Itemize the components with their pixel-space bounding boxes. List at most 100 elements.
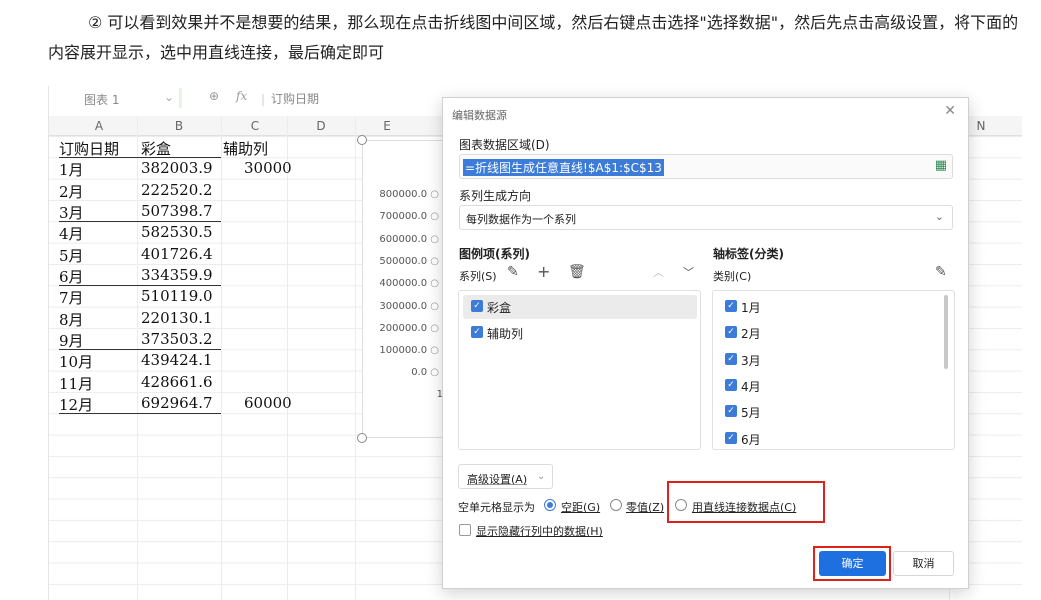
cell-b[interactable]: 692964.7 [141, 394, 213, 412]
show-hidden-checkbox[interactable] [459, 524, 471, 536]
category-item-label: 2月 [741, 327, 761, 342]
cell-a[interactable]: 9月 [59, 330, 84, 351]
cell-b[interactable]: 220130.1 [141, 309, 213, 327]
checkbox-icon[interactable]: ✓ [725, 300, 737, 312]
checkbox-icon[interactable]: ✓ [471, 300, 483, 312]
name-box-dropdown-icon[interactable]: ⌄ [164, 90, 174, 104]
checkbox-icon[interactable]: ✓ [725, 326, 737, 339]
cell-b[interactable]: 373503.2 [141, 330, 213, 348]
highlight-ok-button [813, 546, 891, 581]
cell-a[interactable]: 2月 [59, 181, 84, 202]
cell-a[interactable]: 12月 [59, 394, 93, 415]
checkbox-icon[interactable]: ✓ [725, 378, 737, 391]
cell-b[interactable]: 507398.7 [141, 202, 213, 220]
cell-b[interactable]: 222520.2 [141, 181, 213, 199]
cell-b[interactable]: 510119.0 [141, 287, 213, 305]
y-tick-label: 100000.0 [379, 345, 439, 356]
fx-icon[interactable]: fx [236, 89, 247, 103]
formula-content[interactable]: 订购日期 [261, 90, 319, 107]
advanced-settings-button[interactable]: 高级设置(A) ⌄ [458, 464, 553, 489]
cell-a[interactable]: 7月 [59, 287, 84, 308]
dialog-title: 编辑数据源 [452, 109, 507, 122]
add-series-icon[interactable]: + [537, 262, 550, 281]
edit-data-source-dialog: 编辑数据源 ✕ 图表数据区域(D) =折线图生成任意直线!$A$1:$C$13 … [442, 97, 969, 589]
y-tick-label: 0.0 [411, 367, 439, 378]
name-box[interactable]: 图表 1 [84, 91, 119, 108]
col-header-b[interactable]: B [169, 119, 189, 133]
zero-label[interactable]: 零值(Z) [626, 499, 664, 515]
checkbox-icon[interactable]: ✓ [725, 352, 737, 365]
category-item[interactable]: ✓ 2月 [717, 321, 937, 345]
chart-resize-handle[interactable] [357, 135, 367, 145]
cell-border [59, 285, 221, 287]
grid-line [137, 116, 138, 600]
edit-category-icon[interactable]: ✎ [935, 264, 947, 280]
series-label: 系列(S) [459, 270, 497, 283]
range-select-icon[interactable]: ▦ [935, 158, 947, 173]
series-item[interactable]: ✓ 辅助列 [463, 321, 697, 345]
col-header-e[interactable]: E [377, 119, 397, 133]
line-chart[interactable]: 1 800000.0700000.0600000.0500000.0400000… [357, 135, 452, 443]
col-header-c[interactable]: C [245, 119, 265, 133]
series-item-label: 辅助列 [487, 327, 524, 341]
move-up-icon[interactable]: ︿ [653, 264, 664, 280]
grid-line [221, 116, 222, 600]
checkbox-icon[interactable]: ✓ [725, 431, 737, 444]
col-header-d[interactable]: D [311, 119, 331, 133]
zoom-icon[interactable]: ⊕ [209, 89, 219, 103]
gap-label[interactable]: 空距(G) [561, 499, 600, 515]
cell-b[interactable]: 彩盒 [141, 138, 171, 159]
category-label: 类别(C) [713, 270, 752, 283]
direction-select[interactable]: 每列数据作为一个系列 ⌄ [459, 205, 953, 230]
cell-a[interactable]: 6月 [59, 266, 84, 287]
cell-a[interactable]: 11月 [59, 373, 93, 394]
col-header-n[interactable]: N [971, 119, 991, 133]
chart-resize-handle[interactable] [357, 433, 367, 443]
cell-a[interactable]: 3月 [59, 202, 84, 223]
cell-b[interactable]: 334359.9 [141, 266, 213, 284]
category-scrollbar[interactable] [944, 295, 948, 369]
y-tick-label: 700000.0 [379, 211, 439, 222]
cell-b[interactable]: 382003.9 [141, 159, 213, 177]
series-item[interactable]: ✓ 彩盒 [463, 295, 697, 319]
cancel-button[interactable]: 取消 [893, 551, 954, 576]
cell-b[interactable]: 428661.6 [141, 373, 213, 391]
range-input[interactable]: =折线图生成任意直线!$A$1:$C$13 ▦ [459, 154, 953, 179]
cell-b[interactable]: 439424.1 [141, 351, 213, 369]
category-item-label: 6月 [741, 432, 761, 447]
gap-radio[interactable] [544, 499, 556, 511]
cell-a[interactable]: 10月 [59, 351, 93, 372]
cell-b[interactable]: 582530.5 [141, 223, 213, 241]
category-item[interactable]: ✓ 6月 [717, 427, 937, 451]
y-tick-label: 500000.0 [379, 256, 439, 267]
checkbox-icon[interactable]: ✓ [725, 405, 737, 418]
col-header-a[interactable]: A [89, 119, 109, 133]
cell-border [59, 157, 221, 159]
grid-line [355, 116, 356, 600]
category-item-label: 4月 [741, 379, 761, 394]
category-item[interactable]: ✓ 5月 [717, 400, 937, 424]
cell-a[interactable]: 订购日期 [59, 138, 119, 159]
category-item-label: 1月 [741, 301, 761, 315]
y-tick-label: 800000.0 [379, 189, 439, 200]
cell-b[interactable]: 401726.4 [141, 245, 213, 263]
move-down-icon[interactable]: ﹀ [683, 264, 694, 280]
cell-c[interactable]: 辅助列 [223, 138, 268, 159]
cell-a[interactable]: 5月 [59, 245, 84, 266]
category-item[interactable]: ✓ 4月 [717, 374, 937, 398]
zero-radio[interactable] [610, 499, 622, 511]
category-item[interactable]: ✓ 3月 [717, 348, 937, 372]
cell-a[interactable]: 8月 [59, 309, 84, 330]
cell-a[interactable]: 4月 [59, 223, 84, 244]
show-hidden-label[interactable]: 显示隐藏行列中的数据(H) [476, 523, 603, 539]
checkbox-icon[interactable]: ✓ [471, 326, 483, 338]
cell-c[interactable]: 60000 [244, 394, 292, 412]
formula-bar: 图表 1 ⌄ ⊕ fx 订购日期 [49, 86, 469, 110]
chevron-down-icon: ⌄ [934, 210, 944, 223]
category-item[interactable]: ✓ 1月 [717, 295, 937, 319]
delete-series-icon[interactable]: 🗑 [568, 264, 586, 280]
close-icon[interactable]: ✕ [944, 103, 956, 119]
cell-c[interactable]: 30000 [244, 159, 292, 177]
edit-series-icon[interactable]: ✎ [507, 264, 519, 280]
cell-a[interactable]: 1月 [59, 159, 84, 180]
